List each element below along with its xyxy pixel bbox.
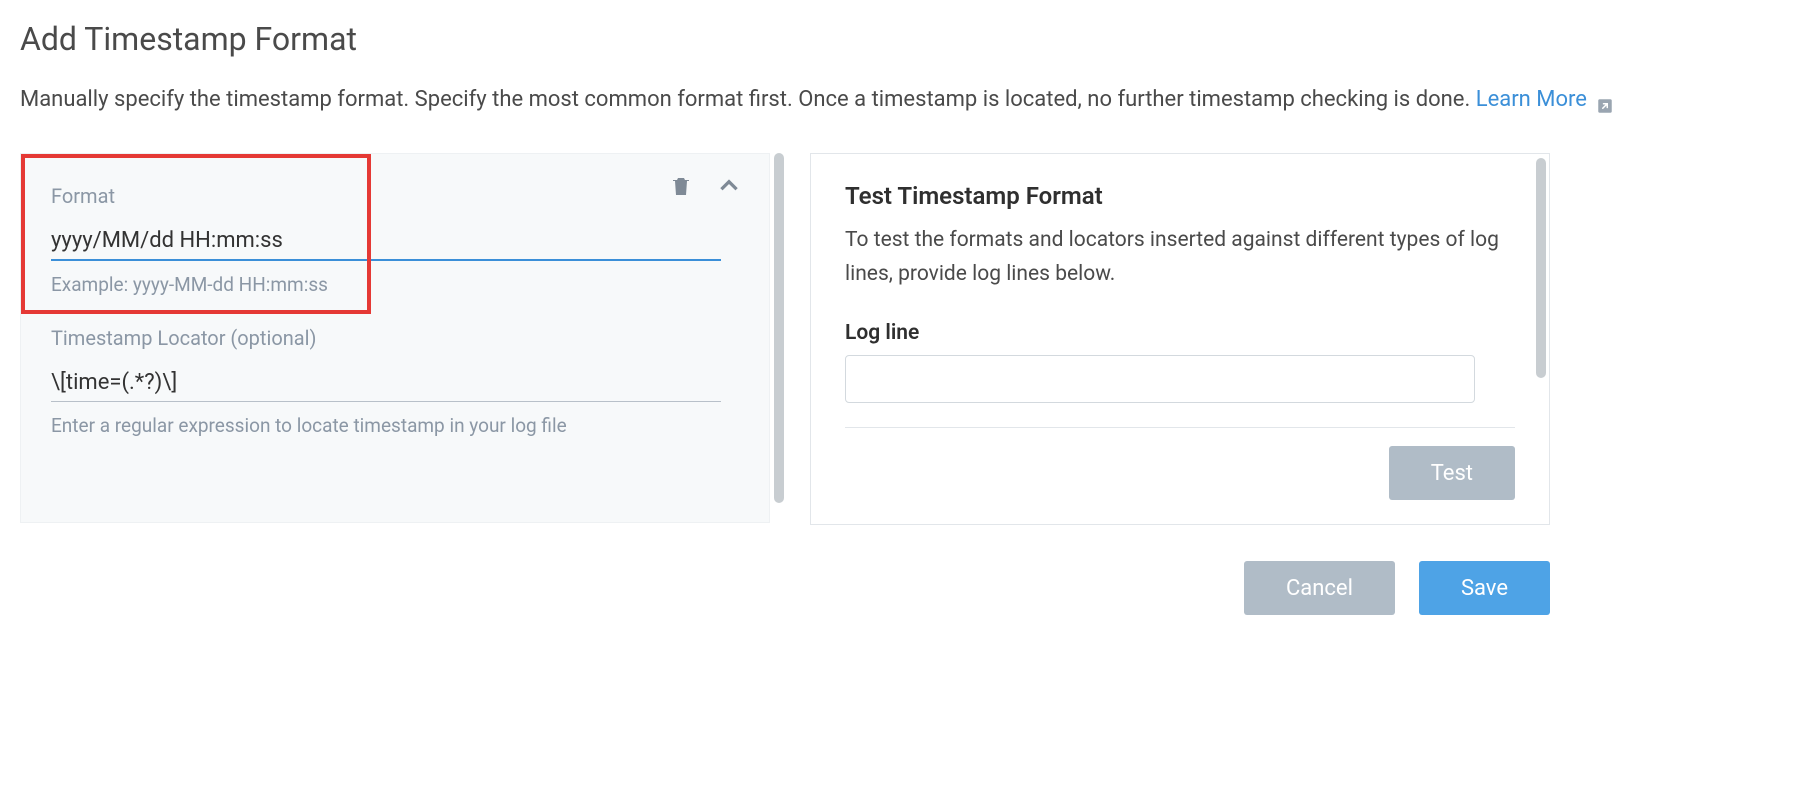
- left-column: Format Example: yyyy-MM-dd HH:mm:ss Time…: [20, 153, 770, 525]
- locator-field-group: Timestamp Locator (optional) Enter a reg…: [51, 326, 739, 437]
- save-button[interactable]: Save: [1419, 561, 1550, 615]
- test-panel-title: Test Timestamp Format: [845, 182, 1515, 210]
- test-panel-description: To test the formats and locators inserte…: [845, 224, 1515, 291]
- right-scrollbar[interactable]: [1536, 158, 1546, 378]
- format-hint: Example: yyyy-MM-dd HH:mm:ss: [51, 273, 739, 296]
- chevron-up-icon: [716, 173, 742, 203]
- locator-input[interactable]: [51, 364, 721, 402]
- format-input[interactable]: [51, 222, 721, 261]
- page-title: Add Timestamp Format: [20, 20, 1790, 58]
- delete-button[interactable]: [667, 174, 695, 202]
- test-button[interactable]: Test: [1389, 446, 1515, 500]
- log-line-input[interactable]: [845, 355, 1475, 403]
- bottom-actions: Cancel Save: [20, 561, 1550, 615]
- locator-hint: Enter a regular expression to locate tim…: [51, 414, 739, 437]
- left-scrollbar[interactable]: [774, 153, 784, 503]
- format-panel: Format Example: yyyy-MM-dd HH:mm:ss Time…: [20, 153, 770, 523]
- format-label: Format: [51, 184, 739, 208]
- format-field-group: Format Example: yyyy-MM-dd HH:mm:ss: [51, 184, 739, 296]
- right-column: Test Timestamp Format To test the format…: [810, 153, 1550, 525]
- learn-more-link[interactable]: Learn More: [1476, 87, 1615, 112]
- external-link-icon: [1596, 91, 1614, 109]
- panel-actions: [667, 174, 743, 202]
- test-panel: Test Timestamp Format To test the format…: [810, 153, 1550, 525]
- log-line-label: Log line: [845, 321, 1515, 345]
- learn-more-text: Learn More: [1476, 87, 1587, 112]
- trash-icon: [669, 174, 693, 202]
- locator-label: Timestamp Locator (optional): [51, 326, 739, 350]
- two-column-layout: Format Example: yyyy-MM-dd HH:mm:ss Time…: [20, 153, 1790, 525]
- collapse-button[interactable]: [715, 174, 743, 202]
- description-text: Manually specify the timestamp format. S…: [20, 87, 1476, 112]
- test-footer: Test: [845, 427, 1515, 500]
- page-description: Manually specify the timestamp format. S…: [20, 82, 1790, 117]
- cancel-button[interactable]: Cancel: [1244, 561, 1395, 615]
